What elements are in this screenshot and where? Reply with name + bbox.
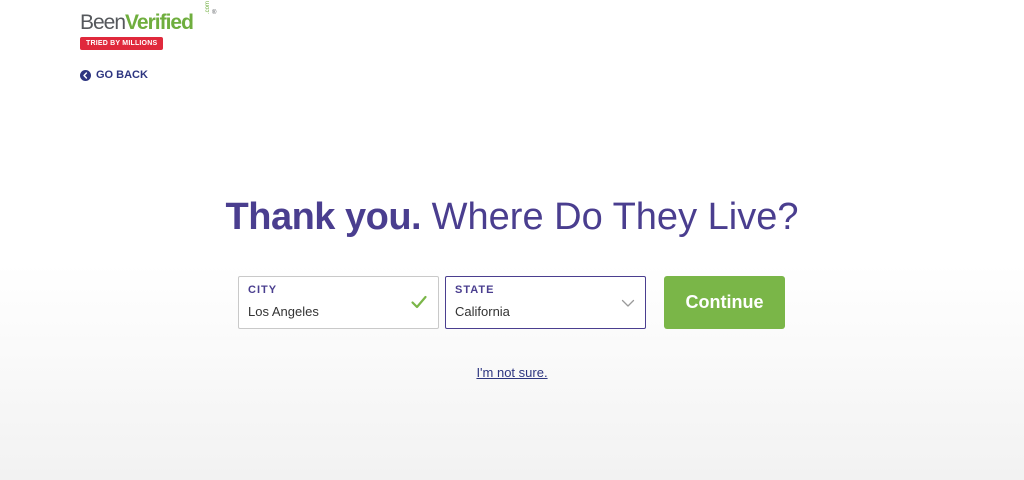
logo-tagline-badge: TRIED BY MILLIONS (80, 37, 164, 50)
city-field[interactable]: CITY Los Angeles (238, 276, 439, 329)
not-sure-link[interactable]: I'm not sure. (476, 365, 547, 380)
title-question: Where Do They Live? (431, 196, 799, 238)
chevron-down-icon[interactable] (621, 296, 635, 310)
go-back-link[interactable]: GO BACK (80, 69, 148, 81)
not-sure-container: I'm not sure. (0, 365, 1024, 380)
title-strong: Thank you. (225, 196, 422, 238)
continue-button[interactable]: Continue (664, 276, 785, 329)
check-icon (411, 295, 427, 309)
chevron-left-circle-icon (80, 69, 91, 81)
state-select[interactable]: STATE California (445, 276, 646, 329)
logo-verified: Verified (125, 11, 194, 34)
city-input[interactable]: Los Angeles (248, 304, 319, 319)
brand-logo[interactable]: BeenVerified .com ® TRIED BY MILLIONS (80, 1, 220, 52)
logo-wordmark: BeenVerified (80, 10, 194, 36)
state-label: STATE (455, 284, 495, 296)
city-label: CITY (248, 284, 278, 296)
state-value: California (455, 304, 510, 319)
logo-registered: ® (212, 10, 217, 16)
logo-been: Been (80, 11, 126, 34)
page-title: Thank you. Where Do They Live? (0, 192, 1024, 242)
logo-com: .com (205, 0, 211, 14)
go-back-label: GO BACK (96, 69, 148, 81)
